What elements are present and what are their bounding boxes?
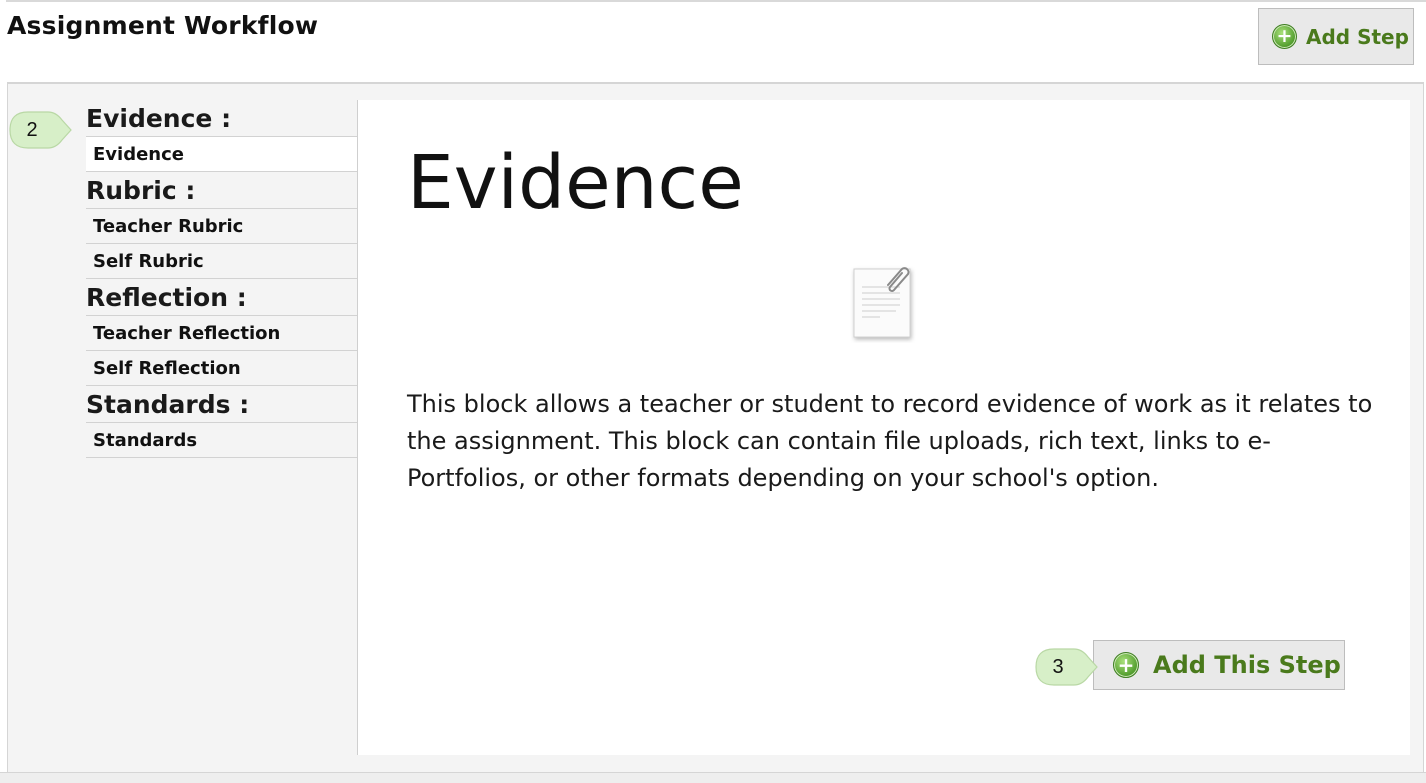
callout-marker-3: 3 (1034, 647, 1098, 687)
bottom-divider (0, 772, 1426, 783)
sidebar-item-teacher-rubric[interactable]: Teacher Rubric (86, 209, 358, 244)
add-plus-icon: + (1113, 652, 1139, 678)
sidebar-item-teacher-reflection[interactable]: Teacher Reflection (86, 316, 358, 351)
document-paperclip-icon (853, 267, 911, 338)
step-title: Evidence (407, 140, 744, 226)
add-this-step-label: Add This Step (1153, 651, 1341, 679)
callout-number: 2 (26, 118, 38, 141)
step-description: This block allows a teacher or student t… (407, 390, 1373, 492)
category-rubric: Rubric : (86, 172, 358, 209)
top-divider (6, 0, 1426, 2)
add-step-button[interactable]: + Add Step (1258, 8, 1414, 65)
category-reflection: Reflection : (86, 279, 358, 316)
sidebar-item-self-reflection[interactable]: Self Reflection (86, 351, 358, 386)
category-evidence: Evidence : (86, 100, 358, 137)
sidebar-item-evidence[interactable]: Evidence (86, 137, 358, 172)
callout-number: 3 (1052, 655, 1064, 678)
add-this-step-button[interactable]: + Add This Step (1093, 640, 1345, 690)
sidebar-item-self-rubric[interactable]: Self Rubric (86, 244, 358, 279)
callout-marker-2: 2 (8, 110, 72, 150)
add-plus-icon: + (1272, 24, 1297, 49)
sidebar-item-standards[interactable]: Standards (86, 423, 358, 458)
add-step-label: Add Step (1306, 24, 1409, 49)
category-standards: Standards : (86, 386, 358, 423)
page-title: Assignment Workflow (7, 11, 319, 40)
step-sidebar: Evidence : Evidence Rubric : Teacher Rub… (86, 100, 358, 458)
